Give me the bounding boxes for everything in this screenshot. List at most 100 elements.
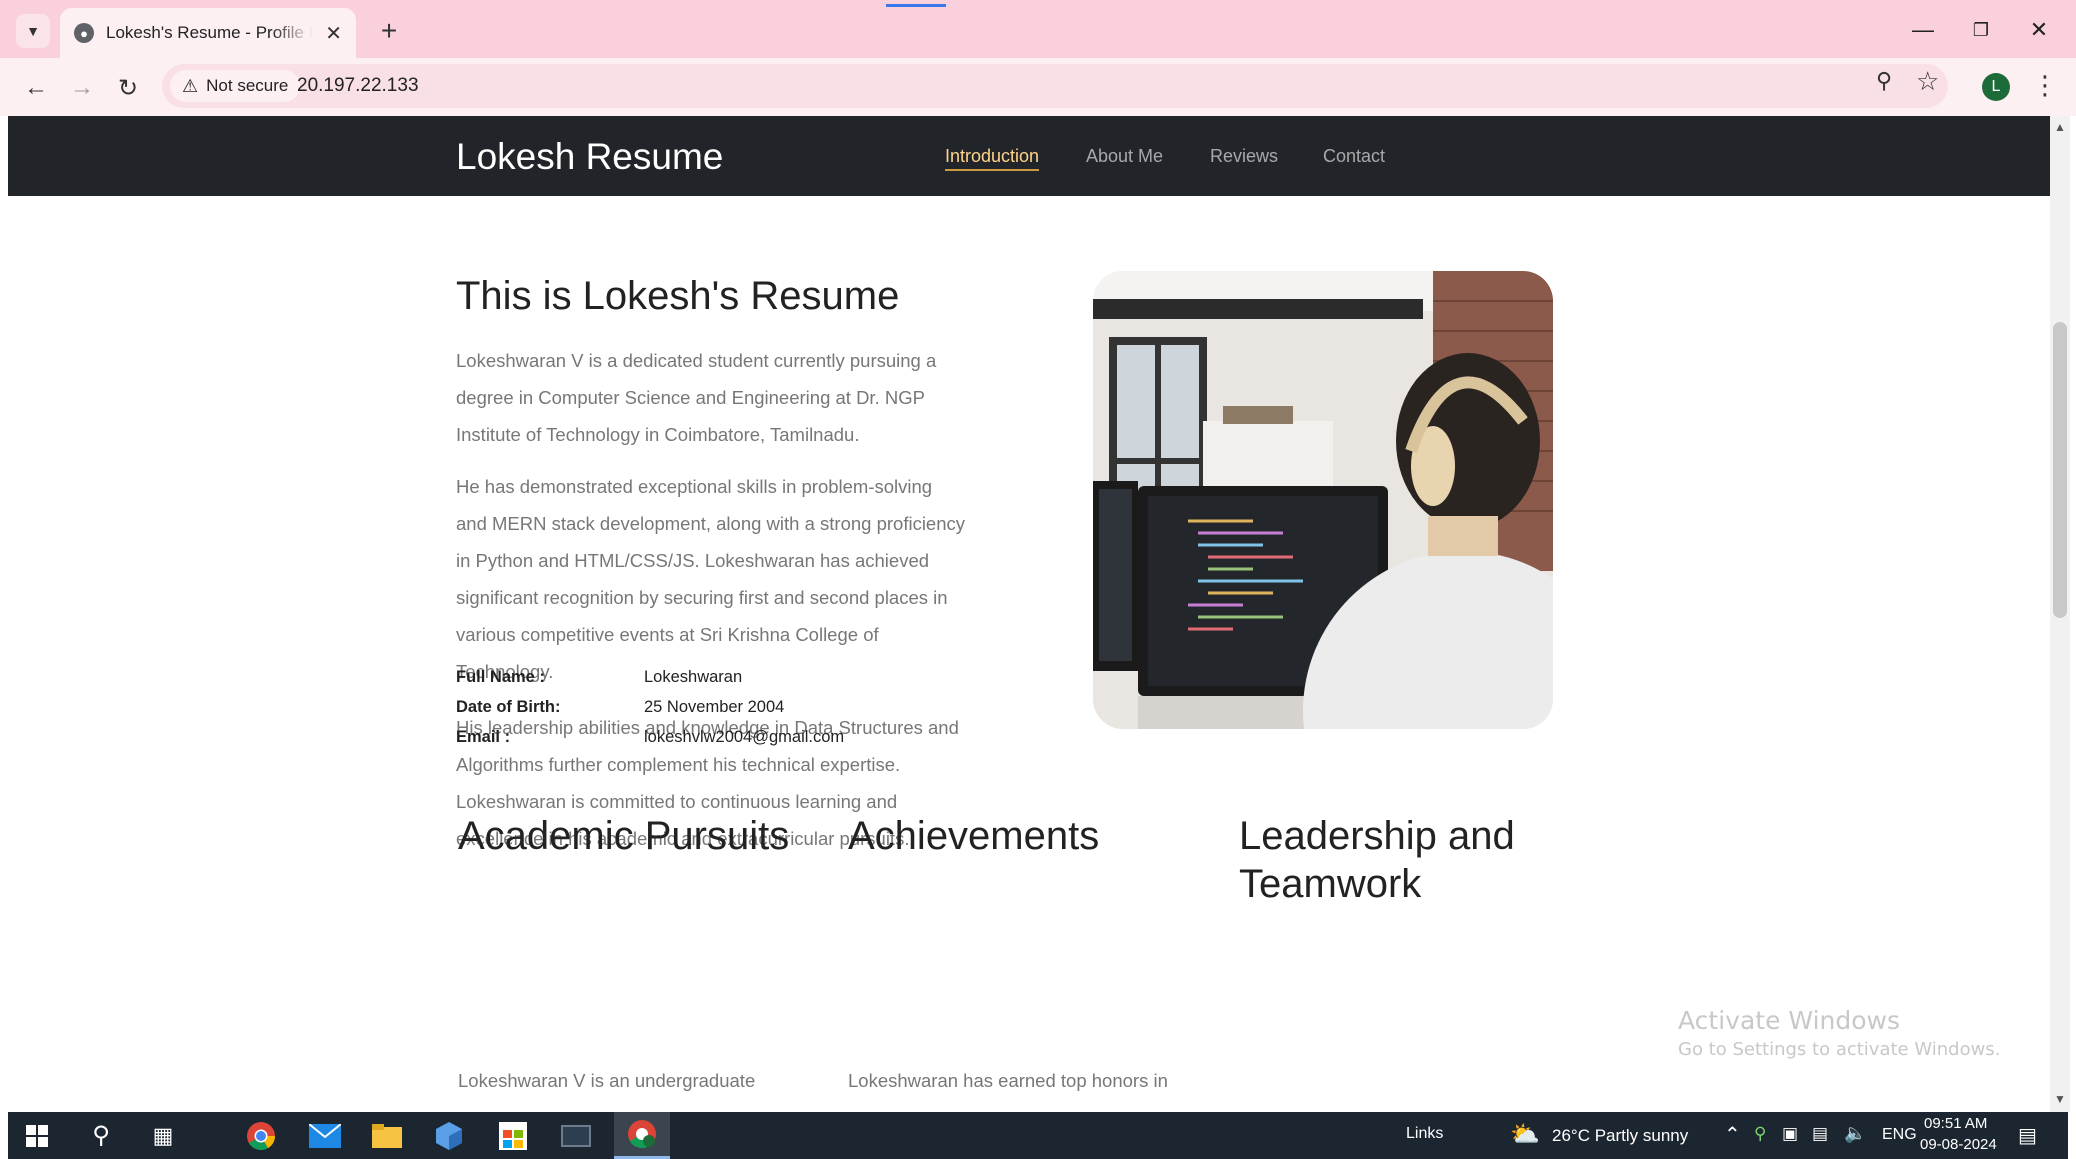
chrome-profile-icon (628, 1120, 656, 1148)
task-view-button[interactable]: ▦ (138, 1112, 188, 1159)
chevron-up-icon[interactable]: ⌃ (1724, 1122, 1741, 1147)
folder-icon (372, 1123, 402, 1148)
taskbar-cube-app[interactable] (424, 1112, 474, 1159)
zoom-magnifier-icon[interactable]: ⚲ (1876, 68, 1892, 94)
scroll-up-arrow-icon[interactable]: ▲ (2054, 120, 2066, 134)
text-line: Lokeshwaran is committed to continuous l… (456, 791, 898, 812)
nav-link-contact[interactable]: Contact (1323, 146, 1385, 167)
app-window-icon (561, 1124, 591, 1147)
restore-window-button[interactable]: ❐ (1958, 10, 2004, 50)
chevron-down-icon: ▼ (26, 23, 40, 39)
page-scrollbar[interactable]: ▲ ▼ (2050, 116, 2070, 1112)
scrollbar-thumb[interactable] (2053, 322, 2067, 618)
detail-label: Email : (456, 728, 511, 746)
nav-link-reviews[interactable]: Reviews (1210, 146, 1278, 167)
meet-now-icon[interactable]: ▣ (1782, 1124, 1798, 1144)
nav-link-about-me[interactable]: About Me (1086, 146, 1163, 167)
new-tab-button[interactable]: + (372, 14, 406, 48)
tab-loading-accent (886, 4, 946, 7)
taskbar-store[interactable] (488, 1112, 538, 1159)
notification-icon[interactable]: ▤ (2018, 1123, 2037, 1148)
forward-button[interactable]: → (64, 70, 100, 106)
bookmark-star-icon[interactable]: ☆ (1916, 66, 1939, 97)
section-text-achievements: Lokeshwaran has earned top honors in (848, 1070, 1168, 1091)
detail-label: Full Name : (456, 668, 545, 686)
weather-sun-icon[interactable]: ⛅ (1510, 1120, 1540, 1149)
url-text[interactable]: 20.197.22.133 (297, 75, 419, 97)
text-line: degree in Computer Science and Engineeri… (456, 387, 925, 408)
taskbar-mail[interactable] (300, 1112, 350, 1159)
clock-date[interactable]: 09-08-2024 (1920, 1136, 1997, 1153)
nav-link-introduction[interactable]: Introduction (945, 146, 1040, 171)
store-icon (499, 1121, 527, 1150)
start-button[interactable] (12, 1112, 62, 1159)
activate-windows-watermark: Activate Windows Go to Settings to activ… (1678, 1006, 2000, 1060)
section-heading-academic-pursuits: Academic Pursuits (458, 814, 790, 858)
watermark-title: Activate Windows (1678, 1006, 1900, 1035)
search-icon: ⚲ (92, 1122, 110, 1149)
location-pin-icon[interactable]: ⚲ (1754, 1124, 1766, 1144)
close-tab-icon[interactable]: ✕ (325, 21, 342, 46)
tab-search-dropdown-button[interactable]: ▼ (16, 14, 50, 48)
task-view-icon: ▦ (152, 1122, 174, 1148)
text-line: and MERN stack development, along with a… (456, 513, 966, 534)
text-line: in Python and HTML/CSS/JS. Lokeshwaran h… (456, 550, 930, 571)
kebab-menu-icon[interactable]: ⋮ (2032, 70, 2058, 101)
watermark-subtitle: Go to Settings to activate Windows. (1678, 1039, 2001, 1060)
text-line: Lokeshwaran V is a dedicated student cur… (456, 350, 937, 371)
profile-avatar[interactable]: L (1982, 73, 2010, 101)
reload-button[interactable]: ↻ (110, 70, 146, 106)
back-button[interactable]: ← (18, 70, 54, 106)
close-icon: ✕ (2029, 17, 2049, 42)
mail-icon (309, 1123, 341, 1148)
tab-title: Lokesh's Resume - Profile HTML (106, 23, 313, 42)
address-bar[interactable]: ⚠ Not secure 20.197.22.133 (162, 64, 1948, 108)
text-line: He has demonstrated exceptional skills i… (456, 476, 933, 497)
text-line: Institute of Technology in Coimbatore, T… (456, 424, 860, 445)
network-icon[interactable]: ▤ (1812, 1124, 1828, 1144)
globe-icon: ● (74, 23, 94, 43)
chrome-icon (247, 1121, 275, 1150)
arrow-right-icon: → (70, 74, 94, 101)
profile-photo (1093, 271, 1553, 729)
taskbar-links-label[interactable]: Links (1406, 1125, 1443, 1143)
security-label: Not secure (206, 76, 289, 95)
taskbar-file-explorer[interactable] (362, 1112, 412, 1159)
scroll-down-arrow-icon[interactable]: ▼ (2054, 1092, 2066, 1106)
page-viewport: Lokesh Resume Introduction About Me Revi… (8, 116, 2050, 1112)
taskbar-app-window[interactable] (551, 1112, 601, 1159)
section-heading-achievements: Achievements (848, 814, 1100, 858)
security-indicator[interactable]: ⚠ Not secure (170, 70, 301, 102)
clock-time[interactable]: 09:51 AM (1924, 1115, 1987, 1132)
taskbar-chrome-profile[interactable] (614, 1112, 670, 1159)
minimize-window-button[interactable]: — (1900, 10, 1946, 50)
text-line: Algorithms further complement his techni… (456, 754, 901, 775)
detail-value: Lokeshwaran (644, 668, 743, 686)
browser-toolbar: ← → ↻ ⚠ Not secure 20.197.22.133 ⚲ ☆ L ⋮ (0, 58, 2076, 116)
intro-paragraph-2: He has demonstrated exceptional skills i… (456, 468, 1028, 690)
taskbar-chrome[interactable] (236, 1112, 286, 1159)
section-heading-leadership: Leadership and Teamwork (1239, 812, 1515, 908)
plus-icon: + (380, 15, 398, 46)
warning-triangle-icon: ⚠ (182, 75, 199, 96)
windows-taskbar: ⚲ ▦ Links ⛅ 26°C Partly sunny ⌃ ⚲ ▣ ▤ 🔈 … (8, 1112, 2068, 1159)
browser-tab-active[interactable]: ● Lokesh's Resume - Profile HTML ✕ (60, 8, 356, 58)
developer-at-desk-illustration (1093, 271, 1553, 729)
search-button[interactable]: ⚲ (76, 1112, 126, 1159)
site-navbar: Lokesh Resume Introduction About Me Revi… (8, 116, 2050, 196)
weather-text[interactable]: 26°C Partly sunny (1552, 1126, 1688, 1146)
close-window-button[interactable]: ✕ (2016, 10, 2062, 50)
text-line: various competitive events at Sri Krishn… (456, 624, 879, 645)
cube-icon (436, 1121, 462, 1150)
detail-value[interactable]: lokeshvlw2004@gmail.com (644, 728, 844, 747)
volume-icon[interactable]: 🔈 (1844, 1123, 1866, 1144)
intro-heading: This is Lokesh's Resume (456, 274, 900, 318)
reload-icon: ↻ (117, 74, 139, 102)
arrow-left-icon: ← (24, 74, 48, 101)
browser-tab-strip: ▼ ● Lokesh's Resume - Profile HTML ✕ + —… (0, 0, 2076, 58)
language-indicator[interactable]: ENG (1882, 1126, 1917, 1144)
site-brand[interactable]: Lokesh Resume (456, 136, 723, 178)
restore-icon: ❐ (1972, 19, 1990, 40)
windows-logo-icon (26, 1124, 48, 1147)
minimize-icon: — (1912, 17, 1934, 42)
